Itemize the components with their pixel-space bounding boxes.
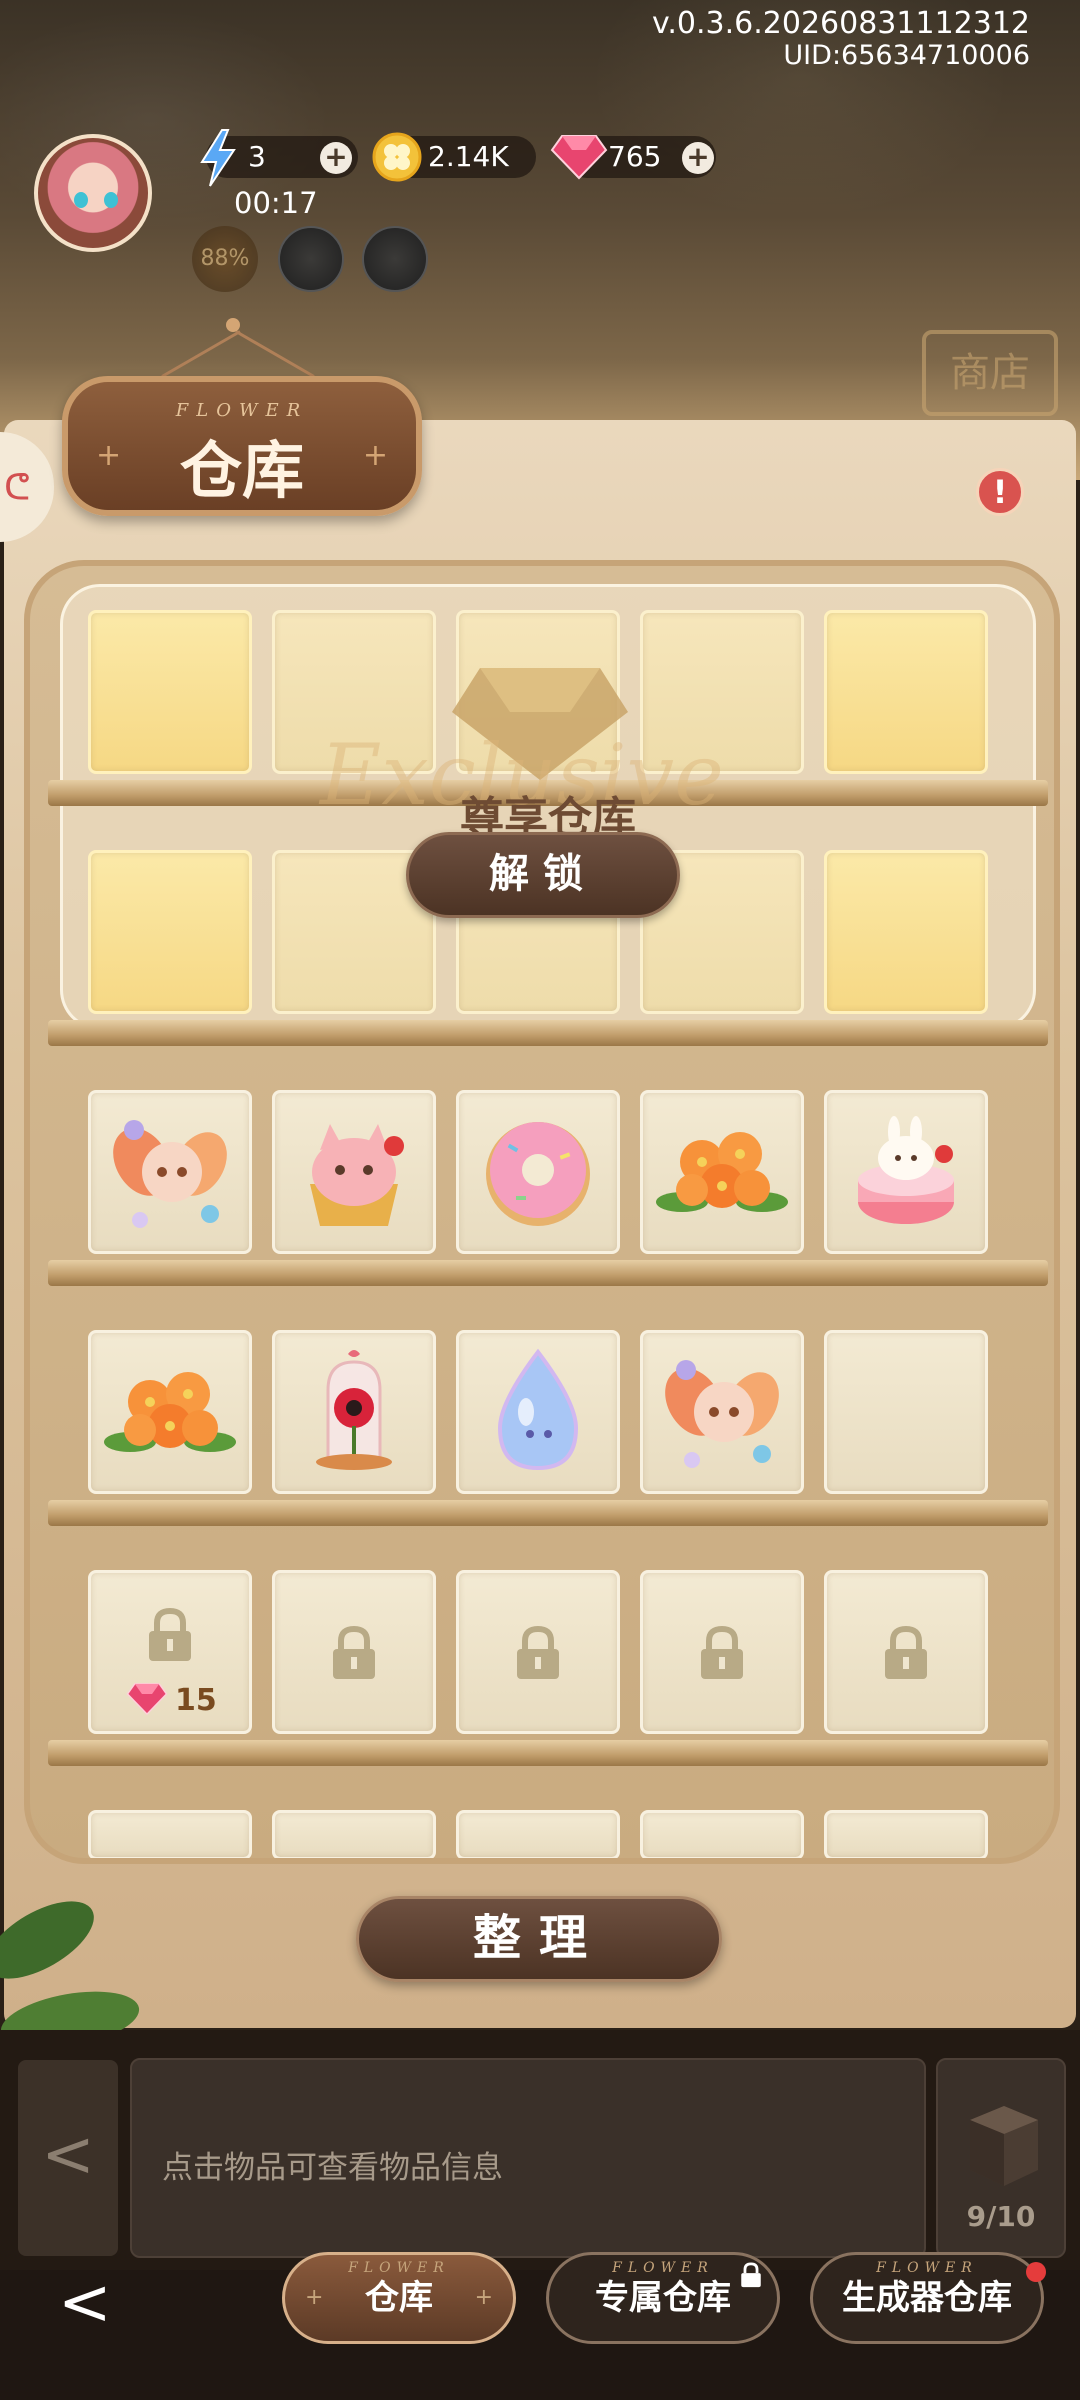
storage-cabinet: Exclusive 尊享仓库 解锁 15 bbox=[24, 560, 1060, 1864]
lock-icon bbox=[701, 1625, 743, 1679]
alert-button[interactable]: ! bbox=[976, 468, 1024, 516]
lock-icon bbox=[149, 1607, 191, 1661]
box-icon bbox=[970, 2106, 1038, 2186]
uid-text: UID:65634710006 bbox=[783, 40, 1030, 71]
item-slot[interactable] bbox=[456, 1330, 620, 1494]
item-slot[interactable] bbox=[824, 1090, 988, 1254]
avatar[interactable] bbox=[34, 134, 152, 252]
item-slot-empty[interactable] bbox=[824, 1330, 988, 1494]
locked-slot[interactable] bbox=[272, 1570, 436, 1734]
gem-value: 765 bbox=[608, 140, 662, 173]
buff-icon-vip[interactable] bbox=[278, 226, 344, 292]
shelf bbox=[48, 1500, 1048, 1526]
energy-timer: 00:17 bbox=[234, 186, 318, 220]
lock-icon bbox=[333, 1625, 375, 1679]
fox-flower-item bbox=[643, 1333, 801, 1491]
locked-slot[interactable] bbox=[456, 1570, 620, 1734]
gem-icon bbox=[126, 1683, 168, 1716]
shelf bbox=[48, 1020, 1048, 1046]
sort-button[interactable]: 整理 bbox=[356, 1896, 722, 1982]
locked-slot[interactable] bbox=[824, 1810, 988, 1858]
shop-sign[interactable]: 商店 bbox=[922, 330, 1058, 416]
gem-icon bbox=[550, 132, 608, 182]
buff-icon-vip-2[interactable] bbox=[362, 226, 428, 292]
energy-value: 3 bbox=[248, 140, 266, 173]
lightning-icon bbox=[196, 128, 240, 188]
tab-label: 仓库 bbox=[365, 2278, 433, 2318]
unlock-cost: 15 bbox=[175, 1683, 217, 1718]
fox-flower-item bbox=[91, 1093, 249, 1251]
locked-slot[interactable] bbox=[640, 1570, 804, 1734]
item-slot[interactable] bbox=[640, 1330, 804, 1494]
info-hint-text: 点击物品可查看物品信息 bbox=[162, 2150, 503, 2186]
rose-jar-item bbox=[275, 1333, 433, 1491]
exclusive-slot bbox=[88, 610, 252, 774]
tab-warehouse[interactable]: FLOWER + 仓库 + bbox=[282, 2252, 516, 2344]
coin-value: 2.14K bbox=[428, 140, 509, 173]
item-slot[interactable] bbox=[272, 1090, 436, 1254]
clover-coin-icon bbox=[372, 132, 422, 182]
version-text: v.0.3.6.20260831112312 bbox=[651, 6, 1030, 41]
shelf bbox=[48, 1740, 1048, 1766]
lock-icon bbox=[741, 2262, 761, 2288]
cat-tart-item bbox=[275, 1093, 433, 1251]
locked-slot[interactable] bbox=[640, 1810, 804, 1858]
tab-label: 生成器仓库 bbox=[842, 2278, 1012, 2318]
back-button[interactable]: < bbox=[58, 2268, 128, 2338]
exclusive-slot bbox=[824, 610, 988, 774]
exclusive-slot bbox=[88, 850, 252, 1014]
box-counter[interactable]: 9/10 bbox=[936, 2058, 1066, 2258]
locked-slot[interactable] bbox=[272, 1810, 436, 1858]
locked-slot[interactable] bbox=[824, 1570, 988, 1734]
item-slot[interactable] bbox=[640, 1090, 804, 1254]
locked-slot[interactable]: 15 bbox=[88, 1570, 252, 1734]
shelf bbox=[48, 1260, 1048, 1286]
item-slot[interactable] bbox=[88, 1330, 252, 1494]
sign-hanger bbox=[226, 318, 240, 332]
item-slot[interactable] bbox=[88, 1090, 252, 1254]
item-info-box: 点击物品可查看物品信息 bbox=[130, 2058, 926, 2258]
title-subtext: FLOWER bbox=[175, 400, 309, 421]
warehouse-title-plate: FLOWER + 仓库 + bbox=[62, 376, 422, 516]
unlock-button[interactable]: 解锁 bbox=[406, 832, 680, 918]
item-slot[interactable] bbox=[272, 1330, 436, 1494]
exclusive-slot bbox=[824, 850, 988, 1014]
notification-dot bbox=[1026, 2262, 1046, 2282]
tab-generator-warehouse[interactable]: FLOWER 生成器仓库 bbox=[810, 2252, 1044, 2344]
energy-add-button[interactable]: + bbox=[320, 142, 352, 174]
water-drop-item bbox=[459, 1333, 617, 1491]
locked-slot[interactable] bbox=[456, 1810, 620, 1858]
tab-subtext: FLOWER bbox=[876, 2260, 978, 2276]
lock-icon bbox=[885, 1625, 927, 1679]
orange-flower-item bbox=[643, 1093, 801, 1251]
item-slot[interactable] bbox=[456, 1090, 620, 1254]
bunny-cake-item bbox=[827, 1093, 985, 1251]
collapse-arrow-button[interactable]: < bbox=[18, 2060, 118, 2256]
tab-label: 专属仓库 bbox=[595, 2278, 731, 2318]
lock-icon bbox=[517, 1625, 559, 1679]
buff-icon-boost[interactable]: 88% bbox=[192, 226, 258, 292]
box-count: 9/10 bbox=[966, 2200, 1036, 2233]
donut-item bbox=[459, 1093, 617, 1251]
gem-add-button[interactable]: + bbox=[682, 142, 714, 174]
orange-flower-item bbox=[91, 1333, 249, 1491]
